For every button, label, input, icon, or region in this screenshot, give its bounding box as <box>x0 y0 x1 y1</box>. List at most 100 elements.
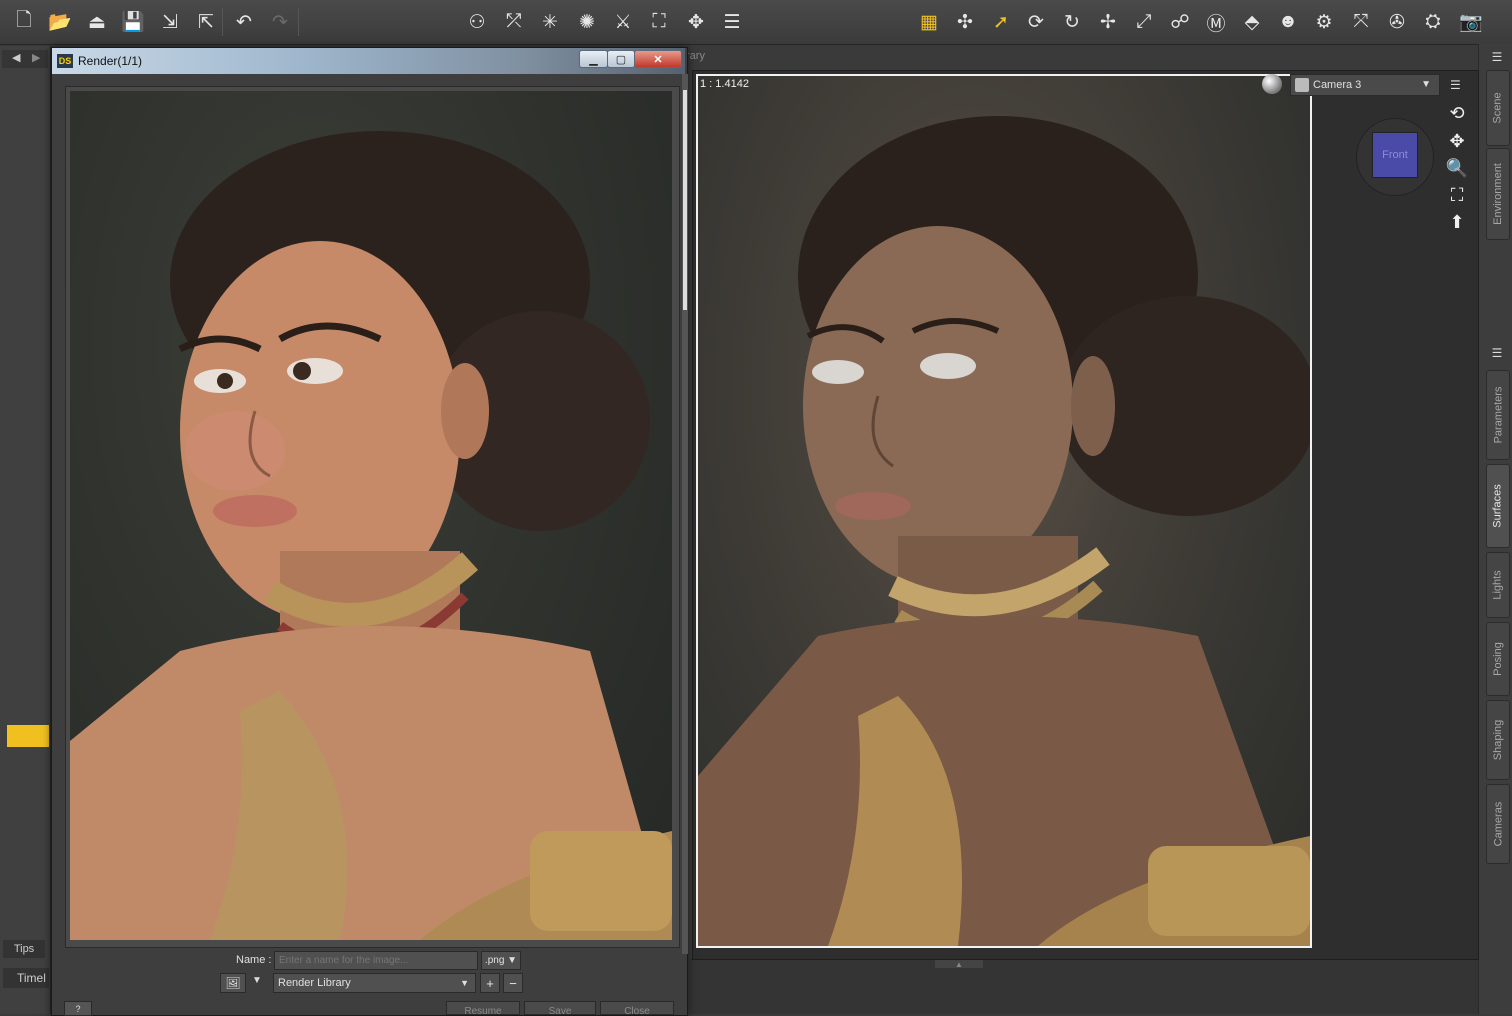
tab-label: Environment <box>1492 163 1505 225</box>
camera-select[interactable]: Camera 3 ▼ <box>1290 74 1440 96</box>
redo-icon[interactable]: ↷ <box>266 8 294 36</box>
render-settings-camera-icon[interactable]: ⛭ <box>1419 8 1447 36</box>
aspect-ratio-label: 1 : 1.4142 <box>700 78 749 90</box>
new-file-icon[interactable]: 🗋 <box>10 8 38 36</box>
scale-tool-icon[interactable]: ⤢ <box>1130 8 1158 36</box>
main-toolbar: 🗋 📂 ⏏ 💾 ⇲ ⇱ ↶ ↷ ⚇ ⤱ ✳ ✺ ⚔ ⛶ ✥ ☰ ▦ ✣ ➚ ⟳ … <box>0 0 1512 45</box>
linear-light-icon[interactable]: ⚔ <box>609 8 637 36</box>
render-image <box>70 91 672 940</box>
name-label: Name : <box>236 954 272 966</box>
viewport-figure-illustration <box>698 116 1310 946</box>
image-name-input[interactable] <box>274 951 478 970</box>
export-icon[interactable]: ⇱ <box>192 8 220 36</box>
surface-selection-icon[interactable]: ⬘ <box>1238 8 1266 36</box>
save-button[interactable]: Save <box>524 1001 596 1015</box>
create-figure-icon[interactable]: ⚇ <box>463 8 491 36</box>
save-target-icon[interactable]: 🖼 <box>220 973 246 993</box>
toolbar-separator <box>222 8 223 36</box>
camera-create-icon[interactable]: ⛶ <box>645 8 673 36</box>
spot-render-icon[interactable]: ⤧ <box>1347 8 1375 36</box>
tab-label: Parameters <box>1492 386 1505 444</box>
render-settings-icon[interactable]: ⚙ <box>1310 8 1338 36</box>
viewport-menu-icon[interactable]: ☰ <box>1450 78 1464 92</box>
import-icon[interactable]: ⇲ <box>156 8 184 36</box>
null-node-icon[interactable]: ✥ <box>682 8 710 36</box>
spotlight-icon[interactable]: ⤱ <box>500 8 528 36</box>
tab-lights[interactable]: Lights <box>1486 552 1510 618</box>
render-figure-illustration <box>70 131 672 940</box>
dock-menu-icon[interactable]: ☰ <box>1488 50 1506 64</box>
dock-menu-icon[interactable]: ☰ <box>1488 346 1506 360</box>
tab-surfaces[interactable]: Surfaces <box>1486 464 1510 548</box>
draw-style-sphere-icon[interactable] <box>1262 74 1282 94</box>
menu-strip-icon[interactable]: ☰ <box>718 8 746 36</box>
render-library-value: Render Library <box>278 977 351 989</box>
timeline-tab[interactable]: Timel <box>3 968 49 988</box>
tips-tab[interactable]: Tips <box>3 940 45 958</box>
bottom-panel <box>690 958 1512 1014</box>
frame-icon[interactable]: ⛶ <box>1446 184 1468 206</box>
add-button[interactable]: + <box>480 973 500 993</box>
app-logo: DS <box>57 54 73 68</box>
figure-setup-icon[interactable]: ☻ <box>1274 8 1302 36</box>
save-icon[interactable]: 💾 <box>119 8 147 36</box>
left-dock <box>0 46 51 1014</box>
tab-environment[interactable]: Environment <box>1486 148 1510 240</box>
render-icon[interactable]: 📷 <box>1457 8 1485 36</box>
tab-shaping[interactable]: Shaping <box>1486 700 1510 780</box>
orbit-icon[interactable]: ⟲ <box>1446 102 1468 124</box>
chevron-down-icon: ▼ <box>460 978 469 988</box>
left-dock-nav[interactable]: ◀ ▶ <box>2 50 48 68</box>
nav-right-icon[interactable]: ▶ <box>32 51 40 64</box>
splitter-grip[interactable]: ▲ <box>935 960 983 969</box>
tab-scene[interactable]: Scene <box>1486 70 1510 146</box>
twist-tool-icon[interactable]: ↻ <box>1058 8 1086 36</box>
nav-left-icon[interactable]: ◀ <box>12 51 20 64</box>
open-recent-icon[interactable]: ⏏ <box>83 8 111 36</box>
minimize-button[interactable]: ▁ <box>579 50 608 68</box>
point-light-icon[interactable]: ✳ <box>536 8 564 36</box>
iray-settings-icon[interactable]: ✇ <box>1383 8 1411 36</box>
close-icon: ✕ <box>653 53 663 66</box>
content-library-tab[interactable]: rary <box>686 46 746 66</box>
zoom-icon[interactable]: 🔍 <box>1446 157 1468 179</box>
render-window-title: Render(1/1) <box>78 54 143 68</box>
rotate-tool-icon[interactable]: ⟳ <box>1022 8 1050 36</box>
tab-cameras[interactable]: Cameras <box>1486 784 1510 864</box>
extension-select[interactable]: .png ▼ <box>481 951 521 970</box>
reset-view-icon[interactable]: ⬆ <box>1446 211 1468 233</box>
chevron-down-icon[interactable]: ▼ <box>252 975 262 986</box>
pan-icon[interactable]: ✥ <box>1446 130 1468 152</box>
distant-light-icon[interactable]: ✺ <box>573 8 601 36</box>
view-cube-front-face[interactable]: Front <box>1372 132 1418 178</box>
render-grid-icon[interactable]: ▦ <box>915 8 943 36</box>
tab-posing[interactable]: Posing <box>1486 622 1510 696</box>
maximize-button[interactable]: ▢ <box>607 50 635 68</box>
camera-icon <box>1295 78 1309 92</box>
tab-label: Scene <box>1492 92 1505 124</box>
tab-parameters[interactable]: Parameters <box>1486 370 1510 460</box>
tab-label: Lights <box>1492 570 1505 600</box>
close-window-button[interactable]: ✕ <box>634 50 682 68</box>
node-select-icon[interactable]: ➚ <box>987 8 1015 36</box>
tab-label: Posing <box>1492 642 1505 676</box>
geometry-editor-icon[interactable]: Ⓜ <box>1202 8 1230 36</box>
joint-editor-icon[interactable]: ☍ <box>1166 8 1194 36</box>
minimize-icon: ▁ <box>589 53 598 66</box>
tab-label: Surfaces <box>1492 484 1505 528</box>
undo-icon[interactable]: ↶ <box>230 8 258 36</box>
render-library-select[interactable]: Render Library ▼ <box>273 973 476 993</box>
chevron-down-icon: ▼ <box>1421 79 1431 90</box>
tab-label: Shaping <box>1492 719 1504 761</box>
translate-tool-icon[interactable]: ✢ <box>1094 8 1122 36</box>
resume-button[interactable]: Resume <box>446 1001 520 1015</box>
open-file-icon[interactable]: 📂 <box>46 8 74 36</box>
viewport-scene-image[interactable] <box>696 74 1312 948</box>
render-scrollbar-thumb[interactable] <box>683 90 687 310</box>
maximize-icon: ▢ <box>615 53 627 66</box>
camera-select-value: Camera 3 <box>1313 79 1362 91</box>
tab-label: Cameras <box>1492 801 1504 847</box>
universal-tool-icon[interactable]: ✣ <box>951 8 979 36</box>
remove-button[interactable]: − <box>503 973 523 993</box>
close-button[interactable]: Close <box>600 1001 674 1015</box>
